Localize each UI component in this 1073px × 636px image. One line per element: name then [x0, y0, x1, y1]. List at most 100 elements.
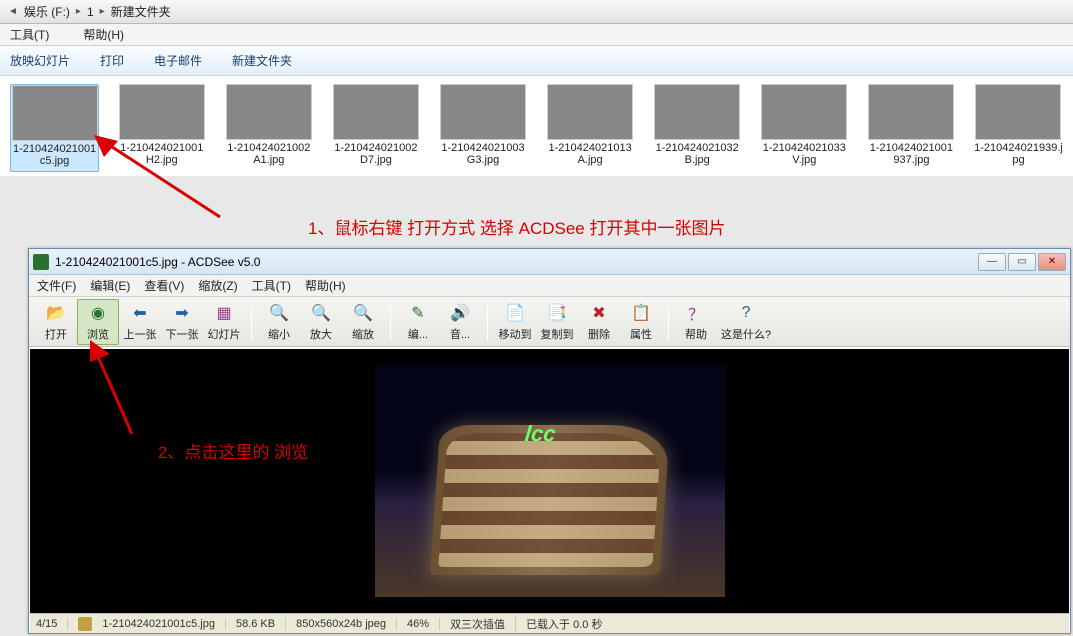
cmd-slideshow[interactable]: 放映幻灯片 [10, 52, 70, 69]
toolbar-上一张-button[interactable]: ⬅上一张 [119, 299, 161, 345]
maximize-button[interactable]: ▭ [1008, 253, 1036, 271]
acdsee-statusbar: 4/15 1-210424021001c5.jpg 58.6 KB 850x56… [30, 613, 1069, 633]
prop-icon: 📋 [630, 302, 652, 324]
acdsee-app-icon [33, 254, 49, 270]
close-button[interactable]: ✕ [1038, 253, 1066, 271]
acdsee-titlebar[interactable]: 1-210424021001c5.jpg - ACDSee v5.0 — ▭ ✕ [29, 249, 1070, 275]
thumbnail-item[interactable]: 1-210424021001937.jpg [867, 84, 956, 172]
thumbnail-item[interactable]: 1-210424021001c5.jpg [10, 84, 99, 172]
toolbar-幻灯片-button[interactable]: ▦ 幻灯片 [203, 299, 245, 345]
status-filesize: 58.6 KB [236, 618, 286, 630]
browse-icon: ◉ [87, 302, 109, 324]
thumbnail-label: 1-210424021001c5.jpg [11, 143, 98, 167]
breadcrumb-sep-icon: ▸ [76, 6, 81, 17]
toolbar-放大-button[interactable]: 🔍 放大 [300, 299, 342, 345]
status-dimensions: 850x560x24b jpeg [296, 618, 397, 630]
toolbar-这是什么?-button[interactable]: ?这是什么? [717, 299, 775, 345]
del-icon: ✖ [588, 302, 610, 324]
acdsee-toolbar: 📂打开◉浏览⬅上一张➡下一张 ▦ 幻灯片 🔍缩小 🔍 放大 🔍缩放 ✎编... 🔊 音... 📄 移动… [29, 297, 1070, 347]
toolbar-label: 移动到 [499, 326, 532, 342]
thumbnail-item[interactable]: 1-210424021033V.jpg [760, 84, 849, 172]
edit-icon: ✎ [407, 302, 429, 324]
breadcrumb-seg[interactable]: 娱乐 (F:) [24, 3, 70, 20]
toolbar-缩放-button[interactable]: 🔍缩放 [342, 299, 384, 345]
thumbnail-item[interactable]: 1-210424021003G3.jpg [438, 84, 527, 172]
annotation-text-1: 1、鼠标右键 打开方式 选择 ACDSee 打开其中一张图片 [308, 214, 726, 239]
thumbnail-label: 1-210424021013A.jpg [546, 142, 635, 166]
cmd-newfolder[interactable]: 新建文件夹 [232, 52, 292, 69]
thumbnail-item[interactable]: 1-210424021002D7.jpg [331, 84, 420, 172]
toolbar-separator [487, 303, 488, 341]
thumbnail-item[interactable]: 1-210424021002A1.jpg [224, 84, 313, 172]
breadcrumb-back-icon[interactable]: ◄ [8, 6, 18, 17]
toolbar-label: 缩放 [352, 326, 374, 342]
toolbar-属性-button[interactable]: 📋 属性 [620, 299, 662, 345]
annotation-arrow-1 [92, 133, 222, 221]
toolbar-复制到-button[interactable]: 📑 复制到 [536, 299, 578, 345]
menu-tools[interactable]: 工具(T) [252, 277, 291, 294]
toolbar-音...-button[interactable]: 🔊 音... [439, 299, 481, 345]
mall-building [429, 425, 669, 575]
slide-icon: ▦ [213, 302, 235, 324]
status-loadtime: 已载入于 0.0 秒 [526, 616, 602, 632]
thumbnail-image [440, 84, 526, 140]
cmd-email[interactable]: 电子邮件 [154, 52, 202, 69]
breadcrumb-seg[interactable]: 新建文件夹 [111, 3, 171, 20]
toolbar-label: 放大 [310, 326, 332, 342]
toolbar-label: 复制到 [541, 326, 574, 342]
status-interpolation: 双三次插值 [450, 616, 516, 632]
toolbar-label: 音... [450, 326, 470, 342]
toolbar-label: 删除 [588, 326, 610, 342]
thumbnail-image [761, 84, 847, 140]
menu-zoom[interactable]: 缩放(Z) [198, 277, 237, 294]
menu-edit[interactable]: 编辑(E) [90, 277, 130, 294]
toolbar-separator [390, 303, 391, 341]
image-canvas[interactable]: lcc [30, 349, 1069, 613]
menu-help[interactable]: 帮助(H) [83, 26, 124, 43]
thumbnail-item[interactable]: 1-210424021939.jpg [974, 84, 1063, 172]
toolbar-label: 帮助 [685, 326, 707, 342]
thumbnail-label: 1-210424021033V.jpg [760, 142, 849, 166]
breadcrumb-seg[interactable]: 1 [87, 5, 94, 19]
menu-view[interactable]: 查看(V) [144, 277, 184, 294]
menu-file[interactable]: 文件(F) [37, 277, 76, 294]
music-icon: 🔊 [449, 302, 471, 324]
move-icon: 📄 [504, 302, 526, 324]
toolbar-移动到-button[interactable]: 📄 移动到 [494, 299, 536, 345]
thumbnail-image [226, 84, 312, 140]
toolbar-label: 属性 [630, 326, 652, 342]
toolbar-label: 缩小 [268, 326, 290, 342]
toolbar-label: 下一张 [166, 326, 199, 342]
toolbar-帮助-button[interactable]: ？帮助 [675, 299, 717, 345]
cmd-print[interactable]: 打印 [100, 52, 124, 69]
main-image: lcc [375, 365, 725, 597]
toolbar-删除-button[interactable]: ✖ 删除 [578, 299, 620, 345]
thumbnail-image [119, 84, 205, 140]
thumbnail-label: 1-210424021003G3.jpg [438, 142, 527, 166]
thumbnail-image [654, 84, 740, 140]
thumbnail-item[interactable]: 1-210424021013A.jpg [546, 84, 635, 172]
breadcrumb-sep-icon: ▸ [100, 6, 105, 17]
toolbar-缩小-button[interactable]: 🔍缩小 [258, 299, 300, 345]
thumbnail-label: 1-210424021002D7.jpg [331, 142, 420, 166]
acdsee-menubar: 文件(F) 编辑(E) 查看(V) 缩放(Z) 工具(T) 帮助(H) [29, 275, 1070, 297]
thumbnail-item[interactable]: 1-210424021032B.jpg [653, 84, 742, 172]
menu-help[interactable]: 帮助(H) [305, 277, 346, 294]
toolbar-打开-button[interactable]: 📂打开 [35, 299, 77, 345]
what-icon: ? [735, 302, 757, 324]
toolbar-编...-button[interactable]: ✎编... [397, 299, 439, 345]
mag-icon: 🔍 [310, 302, 332, 324]
minimize-button[interactable]: — [978, 253, 1006, 271]
toolbar-label: 幻灯片 [208, 326, 241, 342]
thumbnail-image [975, 84, 1061, 140]
acdsee-title: 1-210424021001c5.jpg - ACDSee v5.0 [55, 255, 978, 269]
toolbar-下一张-button[interactable]: ➡下一张 [161, 299, 203, 345]
copy-icon: 📑 [546, 302, 568, 324]
thumbnail-label: 1-210424021939.jpg [974, 142, 1063, 166]
thumbnail-label: 1-210424021002A1.jpg [224, 142, 313, 166]
status-position: 4/15 [36, 618, 68, 630]
annotation-text-2: 2、点击这里的 浏览 [158, 438, 308, 463]
menu-tools[interactable]: 工具(T) [10, 26, 49, 43]
thumbnail-label: 1-210424021001937.jpg [867, 142, 956, 166]
toolbar-浏览-button[interactable]: ◉浏览 [77, 299, 119, 345]
